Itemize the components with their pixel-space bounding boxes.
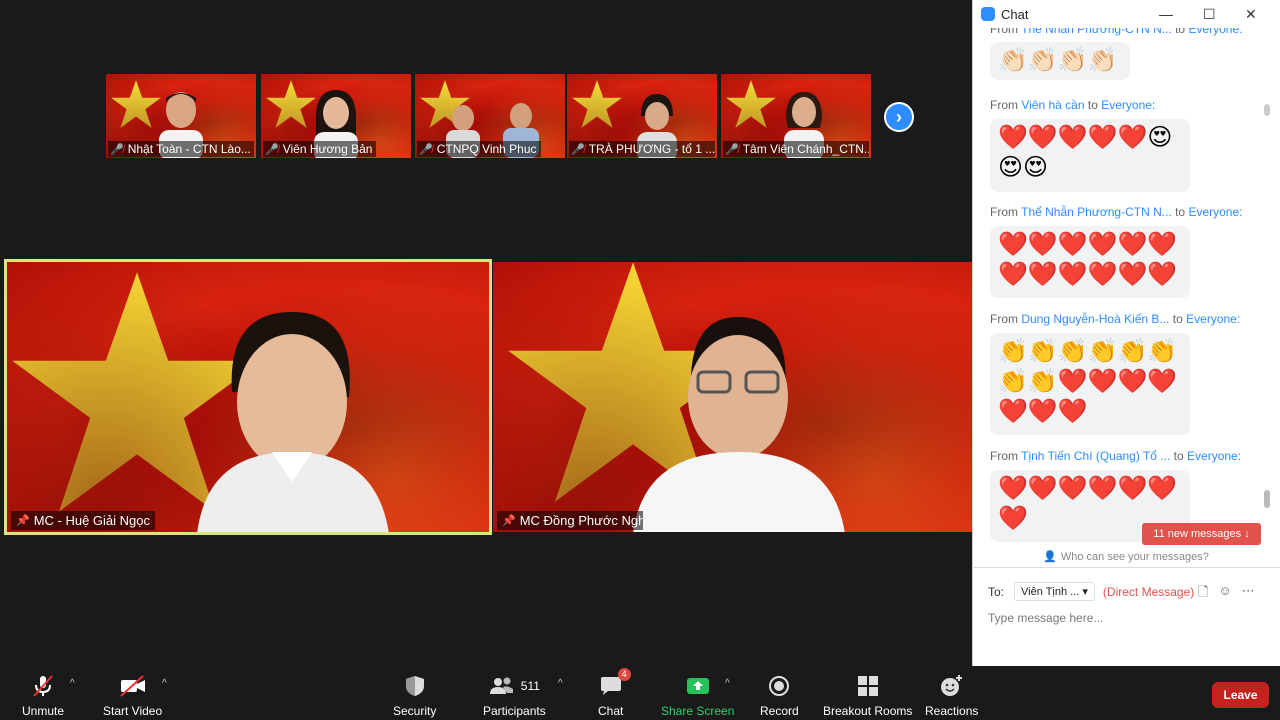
more-icon[interactable]: ⋯	[1242, 583, 1255, 605]
minimize-icon[interactable]: —	[1159, 6, 1173, 22]
message-input[interactable]	[988, 608, 1258, 628]
breakout-rooms-button[interactable]: Breakout Rooms	[823, 674, 912, 718]
chevron-right-icon: ›	[896, 106, 902, 127]
participant-name-tag: 🎤̸ Tâm Viên Chánh_CTN...	[723, 141, 869, 157]
video-off-icon	[119, 674, 147, 698]
zoom-logo-icon	[981, 7, 995, 21]
message-bubble: ❤️❤️❤️❤️❤️😍😍😍	[990, 119, 1190, 192]
chat-button[interactable]: 4 Chat	[598, 668, 631, 718]
main-video-left[interactable]: 📌 MC - Huệ Giải Ngọc	[4, 259, 492, 535]
participants-options-caret[interactable]: ^	[558, 678, 563, 689]
message-sender[interactable]: Thể Nhẫn Phương-CTN N...	[1021, 28, 1172, 36]
file-icon[interactable]: 🗋	[1198, 583, 1208, 605]
next-page-button[interactable]: ›	[884, 102, 914, 132]
participants-icon: 511	[489, 674, 540, 698]
record-icon	[768, 674, 790, 698]
participant-name-tag: 🎤̸ Viên Hương Bản	[263, 141, 377, 157]
breakout-rooms-icon	[857, 674, 879, 698]
main-video-right[interactable]: 📌 MC Đồng Phước Nghĩa	[493, 262, 972, 532]
pin-icon: 📌	[502, 515, 516, 527]
participant-name-tag: 🎤̸ Nhật Toàn - CTN Lào...	[108, 141, 254, 157]
thumbnail-video-4[interactable]: 🎤̸ TRÀ PHƯƠNG - tổ 1 ...	[567, 74, 717, 158]
pin-icon: 📌	[16, 515, 30, 527]
chat-scrollbar-thumb[interactable]	[1264, 490, 1270, 508]
emoji-icon[interactable]: ☺	[1218, 583, 1231, 605]
mic-muted-icon: 🎤̸	[571, 143, 585, 156]
leave-button[interactable]: Leave	[1212, 682, 1269, 708]
audio-options-caret[interactable]: ^	[70, 678, 75, 689]
close-icon[interactable]: ✕	[1245, 6, 1257, 23]
who-can-see-link[interactable]: 👤 Who can see your messages?	[972, 546, 1280, 568]
participants-button[interactable]: 511 Participants	[483, 674, 546, 718]
shield-icon	[404, 674, 426, 698]
participant-name-tag: 📌 MC Đồng Phước Nghĩa	[497, 511, 643, 530]
mic-muted-icon: 🎤̸	[265, 143, 279, 156]
chat-header: Chat	[973, 0, 1280, 28]
person-icon: 👤	[1043, 551, 1057, 563]
share-screen-button[interactable]: Share Screen	[661, 674, 734, 718]
mic-muted-icon	[31, 674, 55, 698]
unmute-button[interactable]: Unmute	[22, 674, 64, 718]
message-bubble: 👏👏👏👏👏👏👏👏❤️❤️❤️❤️❤️❤️❤️	[990, 333, 1190, 435]
message-bubble: 👏🏻👏🏻👏🏻👏🏻	[990, 42, 1130, 80]
video-options-caret[interactable]: ^	[162, 678, 167, 689]
message-bubble: ❤️❤️❤️❤️❤️❤️❤️❤️❤️❤️❤️❤️	[990, 226, 1190, 298]
direct-message-label: (Direct Message)	[1102, 584, 1195, 599]
emoji-plus-icon	[940, 674, 964, 698]
message-sender[interactable]: Dung Nguyễn-Hoà Kiến B...	[1021, 312, 1169, 326]
participant-name-tag: 🎤̸ TRÀ PHƯƠNG - tổ 1 ...	[569, 141, 715, 157]
chat-message-list[interactable]: From Thể Nhẫn Phương-CTN N... to Everyon…	[973, 28, 1273, 544]
start-video-button[interactable]: Start Video	[103, 674, 162, 718]
mic-muted-icon: 🎤̸	[725, 143, 739, 156]
security-button[interactable]: Security	[393, 674, 436, 718]
share-options-caret[interactable]: ^	[725, 678, 730, 689]
chat-bubble-icon: 4	[599, 668, 631, 698]
participant-name-tag: 🎤̸ CTNPQ Vinh Phuc	[417, 141, 541, 157]
message-sender[interactable]: Viên hà cần	[1021, 98, 1084, 112]
thumbnail-video-3[interactable]: 🎤̸ CTNPQ Vinh Phuc	[415, 74, 565, 158]
message-header: From Dung Nguyễn-Hoà Kiến B... to Everyo…	[990, 312, 1241, 326]
chat-title: Chat	[1001, 6, 1029, 22]
message-header: From Thể Nhẫn Phương-CTN N... to Everyon…	[990, 28, 1242, 36]
message-header: From Tịnh Tiến Chí (Quang) Tổ ... to Eve…	[990, 449, 1242, 463]
chevron-down-icon: ▾	[1082, 586, 1088, 598]
thumbnail-video-5[interactable]: 🎤̸ Tâm Viên Chánh_CTN...	[721, 74, 871, 158]
message-sender[interactable]: Thể Nhẫn Phương-CTN N...	[1021, 205, 1172, 219]
participant-name-tag: 📌 MC - Huệ Giải Ngọc	[11, 511, 156, 530]
chat-badge: 4	[617, 668, 631, 681]
chat-actions: 🗋 ☺ ⋯	[1198, 583, 1255, 605]
message-sender[interactable]: Tịnh Tiến Chí (Quang) Tổ ...	[1021, 449, 1170, 463]
recipient-row: To: Viên Tịnh ... ▾ (Direct Message)	[988, 582, 1194, 601]
chat-scrollbar-top[interactable]	[1264, 104, 1270, 116]
maximize-icon[interactable]: ☐	[1203, 6, 1216, 23]
new-messages-button[interactable]: 11 new messages ↓	[1142, 523, 1261, 545]
thumbnail-video-2[interactable]: 🎤̸ Viên Hương Bản	[261, 74, 411, 158]
mic-muted-icon: 🎤̸	[110, 143, 124, 156]
message-header: From Thể Nhẫn Phương-CTN N... to Everyon…	[990, 205, 1243, 219]
share-screen-icon	[686, 674, 710, 698]
reactions-button[interactable]: Reactions	[925, 674, 978, 718]
video-stage: 🎤̸ Nhật Toàn - CTN Lào... 🎤̸ Viên Hương Bả…	[0, 0, 972, 666]
mic-muted-icon: 🎤̸	[419, 143, 433, 156]
message-header: From Viên hà cần to Everyone:	[990, 98, 1156, 112]
thumbnail-video-1[interactable]: 🎤̸ Nhật Toàn - CTN Lào...	[106, 74, 256, 158]
record-button[interactable]: Record	[760, 674, 799, 718]
recipient-select[interactable]: Viên Tịnh ... ▾	[1014, 582, 1095, 601]
meeting-toolbar: Unmute ^ Start Video ^ Security 511 Part…	[0, 666, 1280, 720]
